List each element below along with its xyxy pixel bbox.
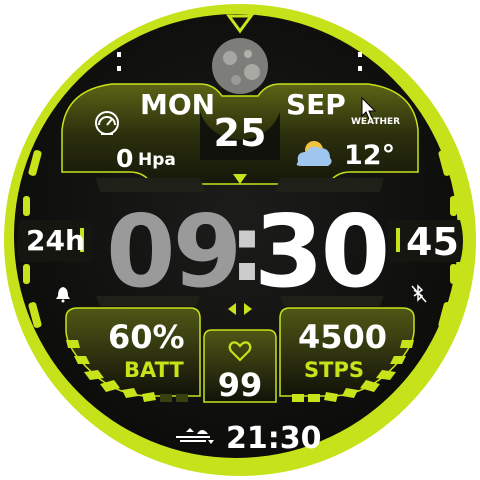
battery-label: BATT [124,358,184,382]
hours-digits: 09 [106,193,242,310]
month-label: SEP [286,88,346,121]
top-indicator-icon [226,14,254,34]
moon-phase-icon [212,38,268,94]
steps-label: STPS [304,358,364,382]
bluetooth-off-icon [411,284,427,303]
sunset-icon [176,428,214,444]
minutes-digits: 30 [254,193,390,310]
weekday-label: MON [140,88,216,121]
steps-count: 4500 [298,318,388,356]
temperature-value: 12° [344,140,396,171]
heart-rate-value: 99 [217,366,263,404]
pressure-unit: Hpa [138,150,176,170]
battery-percent: 60% [108,318,185,356]
day-label: 25 [213,111,267,155]
weather-label: WEATHER [351,117,401,127]
alarm-bell-icon [56,287,70,303]
pressure-value: 0 [116,144,134,173]
time-format-label: 24h [26,224,85,257]
sunset-time: 21:30 [226,421,322,456]
seconds-digits: 45 [406,220,459,264]
